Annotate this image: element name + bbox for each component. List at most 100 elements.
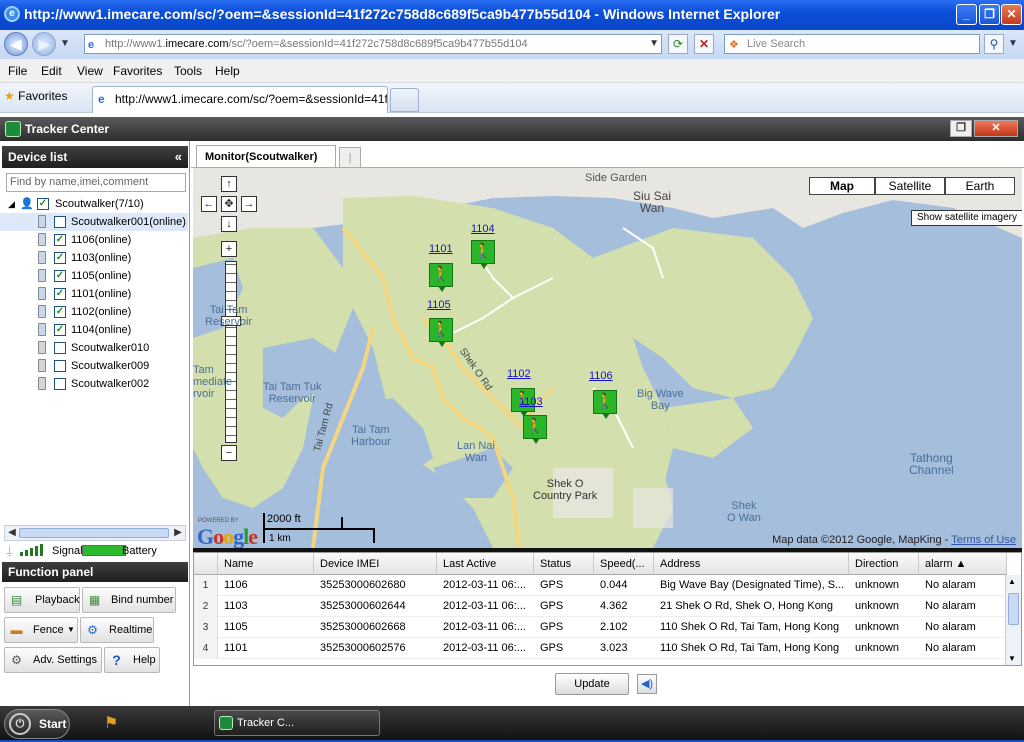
grid-cell-name[interactable]: 1103 (218, 596, 314, 617)
collapse-icon[interactable]: « (175, 146, 182, 168)
new-tab-button[interactable] (390, 88, 419, 112)
marker-label-1101[interactable]: 1101 (429, 243, 453, 255)
pan-center-icon[interactable]: ✥ (221, 196, 237, 212)
app-close-button[interactable]: ✕ (974, 120, 1018, 137)
scroll-thumb[interactable] (19, 528, 169, 538)
marker-label-1106[interactable]: 1106 (589, 370, 613, 382)
device-checkbox[interactable] (54, 360, 66, 372)
grid-cell-status[interactable]: GPS (534, 596, 594, 617)
scroll-left-icon[interactable]: ◀ (5, 526, 19, 540)
grid-cell-last[interactable]: 2012-03-11 06:... (437, 638, 534, 659)
grid-column-header[interactable]: Last Active (437, 553, 534, 575)
grid-column-header[interactable]: Address (654, 553, 849, 575)
grid-cell-address[interactable]: 21 Shek O Rd, Shek O, Hong Kong (654, 596, 849, 617)
device-checkbox[interactable]: ✓ (54, 324, 66, 336)
grid-cell-direction[interactable]: unknown (849, 596, 919, 617)
fence-button[interactable]: ▬ Fence ▼ (4, 617, 78, 643)
grid-cell-imei[interactable]: 35253000602680 (314, 575, 437, 596)
pan-down-icon[interactable]: ↓ (221, 216, 237, 232)
grid-cell-imei[interactable]: 35253000602668 (314, 617, 437, 638)
menu-edit[interactable]: Edit (41, 64, 62, 78)
fence-dropdown-icon[interactable]: ▼ (67, 618, 75, 642)
grid-cell-address[interactable]: 110 Shek O Rd, Tai Tam, Hong Kong (654, 638, 849, 659)
grid-vertical-scrollbar[interactable]: ▲ ▼ (1005, 575, 1021, 665)
terms-of-use-link[interactable]: Terms of Use (951, 534, 1016, 546)
expand-icon[interactable]: ◢ (8, 195, 15, 213)
grid-cell-address[interactable]: 110 Shek O Rd, Tai Tam, Hong Kong (654, 617, 849, 638)
device-checkbox[interactable]: ✓ (54, 270, 66, 282)
device-checkbox[interactable] (54, 378, 66, 390)
tree-device-row[interactable]: Scoutwalker001(online) (0, 213, 188, 231)
sound-toggle-icon[interactable]: ◀) (637, 674, 657, 694)
tree-device-row[interactable]: ✓ 1105(online) (0, 267, 188, 285)
map-view[interactable]: Map Satellite Earth Show satellite image… (193, 168, 1022, 548)
device-checkbox[interactable] (54, 342, 66, 354)
marker-label-1105[interactable]: 1105 (427, 299, 451, 311)
grid-cell-last[interactable]: 2012-03-11 06:... (437, 575, 534, 596)
pan-left-icon[interactable]: ← (201, 196, 217, 212)
browser-tab[interactable]: e http://www1.imecare.com/sc/?oem=&sessi… (92, 86, 388, 113)
taskbar-item-tracker[interactable]: Tracker C... (214, 710, 380, 736)
minimize-button[interactable]: _ (956, 4, 977, 25)
tree-device-row[interactable]: ✓ 1103(online) (0, 249, 188, 267)
scroll-up-icon[interactable]: ▲ (1008, 577, 1016, 586)
grid-cell-direction[interactable]: unknown (849, 575, 919, 596)
tree-device-row[interactable]: ✓ 1102(online) (0, 303, 188, 321)
update-button[interactable]: Update (555, 673, 629, 695)
adv-settings-button[interactable]: ⚙ Adv. Settings (4, 647, 102, 673)
grid-column-header[interactable]: Device IMEI (314, 553, 437, 575)
group-checkbox[interactable]: ✓ (37, 198, 49, 210)
zoom-out-icon[interactable]: − (221, 445, 237, 461)
search-icon[interactable]: ⚲ (984, 34, 1004, 54)
grid-cell-speed[interactable]: 3.023 (594, 638, 654, 659)
close-button[interactable]: ✕ (1001, 4, 1022, 25)
menu-tools[interactable]: Tools (174, 64, 202, 78)
tree-device-row[interactable]: ✓ 1104(online) (0, 321, 188, 339)
zoom-in-icon[interactable]: + (221, 241, 237, 257)
tree-device-row[interactable]: ✓ 1101(online) (0, 285, 188, 303)
grid-cell-direction[interactable]: unknown (849, 617, 919, 638)
grid-cell-speed[interactable]: 0.044 (594, 575, 654, 596)
grid-cell-imei[interactable]: 35253000602644 (314, 596, 437, 617)
marker-label-1104[interactable]: 1104 (471, 223, 495, 235)
menu-favorites[interactable]: Favorites (113, 64, 162, 78)
search-options-icon[interactable]: ▼ (1008, 38, 1018, 49)
grid-scroll-thumb[interactable] (1008, 593, 1019, 625)
menu-file[interactable]: File (8, 64, 27, 78)
walker-marker-icon[interactable]: 🚶 (471, 240, 495, 269)
grid-cell-alarm[interactable]: No alaram (919, 596, 1007, 617)
grid-column-header[interactable]: Direction (849, 553, 919, 575)
grid-cell-alarm[interactable]: No alaram (919, 617, 1007, 638)
device-checkbox[interactable] (54, 216, 66, 228)
tree-horizontal-scrollbar[interactable]: ◀ ▶ (4, 525, 186, 541)
address-bar[interactable]: e http://www1.imecare.com/sc/?oem=&sessi… (84, 34, 662, 54)
quick-launch-icon[interactable]: ⚑ (104, 713, 122, 733)
device-checkbox[interactable]: ✓ (54, 306, 66, 318)
zoom-slider[interactable] (225, 261, 237, 443)
stop-icon[interactable]: ✕ (694, 34, 714, 54)
back-button[interactable]: ◀ (4, 32, 28, 56)
tree-group-row[interactable]: ◢ 👤 ✓ Scoutwalker(7/10) (0, 195, 188, 213)
grid-cell-address[interactable]: Big Wave Bay (Designated Time), S... (654, 575, 849, 596)
grid-cell-alarm[interactable]: No alaram (919, 575, 1007, 596)
address-dropdown-icon[interactable]: ▼ (649, 35, 659, 53)
favorites-button[interactable]: ★ Favorites (4, 89, 67, 103)
tree-device-row[interactable]: Scoutwalker009 (0, 357, 188, 375)
find-device-input[interactable]: Find by name,imei,comment (6, 173, 186, 192)
device-checkbox[interactable]: ✓ (54, 288, 66, 300)
pan-right-icon[interactable]: → (241, 196, 257, 212)
grid-cell-name[interactable]: 1105 (218, 617, 314, 638)
history-dropdown-icon[interactable]: ▼ (60, 38, 70, 49)
tab-monitor[interactable]: Monitor(Scoutwalker) (196, 145, 336, 168)
grid-cell-name[interactable]: 1101 (218, 638, 314, 659)
grid-column-header[interactable]: Status (534, 553, 594, 575)
app-restore-button[interactable]: ❐ (950, 120, 972, 137)
walker-marker-icon[interactable]: 🚶 (429, 263, 453, 292)
device-checkbox[interactable]: ✓ (54, 252, 66, 264)
grid-column-header[interactable]: alarm ▲ (919, 553, 1007, 575)
start-button[interactable]: ⏻ Start (4, 709, 70, 739)
grid-cell-status[interactable]: GPS (534, 617, 594, 638)
marker-label-1102[interactable]: 1102 (507, 368, 531, 380)
walker-marker-icon[interactable]: 🚶 (523, 415, 547, 444)
scroll-down-icon[interactable]: ▼ (1008, 654, 1016, 663)
